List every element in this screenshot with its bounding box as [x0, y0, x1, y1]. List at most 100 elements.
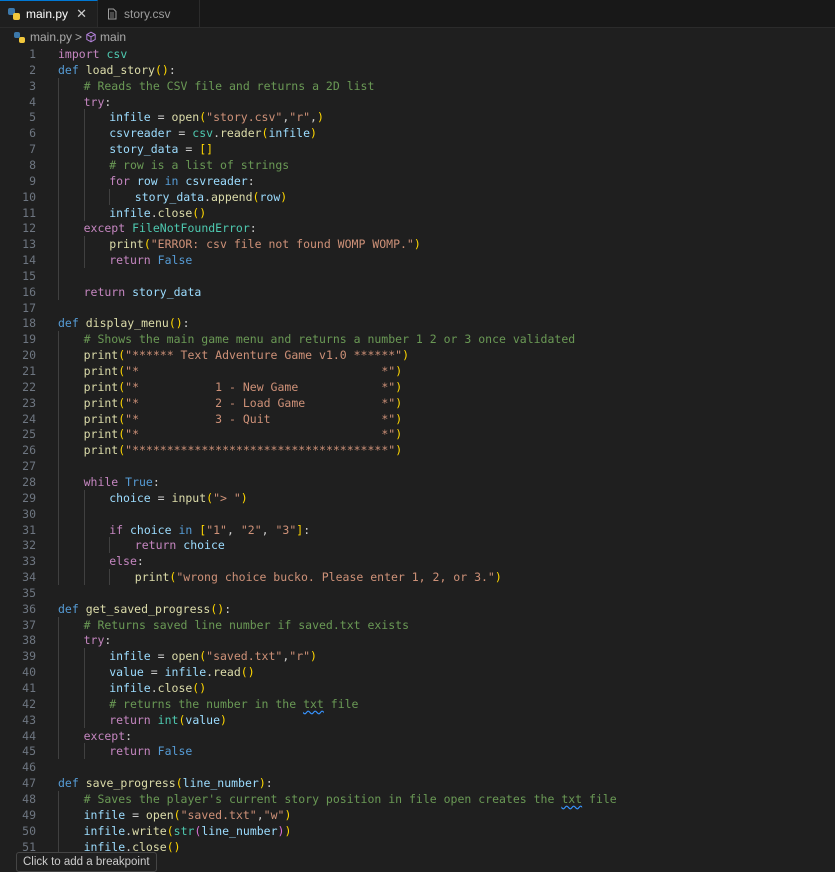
line-number[interactable]: 21: [0, 363, 36, 379]
code-line[interactable]: 26 print("*******************************…: [0, 442, 835, 459]
line-number[interactable]: 18: [0, 315, 36, 331]
line-number[interactable]: 13: [0, 236, 36, 252]
line-number[interactable]: 27: [0, 458, 36, 474]
line-number[interactable]: 5: [0, 109, 36, 125]
line-number[interactable]: 50: [0, 823, 36, 839]
code-line[interactable]: 32 return choice: [0, 537, 835, 554]
line-number[interactable]: 46: [0, 759, 36, 775]
code-line[interactable]: 24 print("* 3 - Quit *"): [0, 410, 835, 427]
code-line[interactable]: 39 infile = open("saved.txt","r"): [0, 648, 835, 665]
code-line[interactable]: 13 print("ERROR: csv file not found WOMP …: [0, 236, 835, 253]
breadcrumb-symbol[interactable]: main: [100, 30, 126, 44]
code-line[interactable]: 49 infile = open("saved.txt","w"): [0, 806, 835, 823]
line-number[interactable]: 2: [0, 62, 36, 78]
code-line[interactable]: 36 def get_saved_progress():: [0, 601, 835, 617]
line-number[interactable]: 39: [0, 648, 36, 664]
code-line[interactable]: 7 story_data = []: [0, 141, 835, 158]
line-number[interactable]: 47: [0, 775, 36, 791]
line-number[interactable]: 44: [0, 728, 36, 744]
line-number[interactable]: 15: [0, 268, 36, 284]
code-line[interactable]: 46: [0, 759, 835, 775]
line-number[interactable]: 48: [0, 791, 36, 807]
line-number[interactable]: 22: [0, 379, 36, 395]
code-line[interactable]: 41 infile.close(): [0, 680, 835, 696]
code-line[interactable]: 3 # Reads the CSV file and returns a 2D l…: [0, 77, 835, 94]
line-number[interactable]: 31: [0, 522, 36, 538]
code-line[interactable]: 42 # returns the number in the txt file: [0, 695, 835, 712]
line-number[interactable]: 34: [0, 569, 36, 585]
code-line[interactable]: 17: [0, 300, 835, 316]
line-number[interactable]: 36: [0, 601, 36, 617]
line-number[interactable]: 25: [0, 426, 36, 442]
code-line[interactable]: 45 return False: [0, 743, 835, 760]
code-line[interactable]: 6 csvreader = csv.reader(infile): [0, 125, 835, 142]
line-number[interactable]: 16: [0, 284, 36, 300]
line-number[interactable]: 17: [0, 300, 36, 316]
code-line[interactable]: 10 story_data.append(row): [0, 188, 835, 205]
code-line[interactable]: 33 else:: [0, 553, 835, 570]
code-line[interactable]: 38 try:: [0, 632, 835, 649]
line-number[interactable]: 8: [0, 157, 36, 173]
line-number[interactable]: 23: [0, 395, 36, 411]
line-number[interactable]: 3: [0, 78, 36, 94]
line-number[interactable]: 24: [0, 411, 36, 427]
code-line[interactable]: 2 def load_story():: [0, 62, 835, 78]
breadcrumb-file[interactable]: main.py: [30, 30, 72, 44]
code-line[interactable]: 14 return False: [0, 252, 835, 269]
code-line[interactable]: 4 try:: [0, 93, 835, 110]
line-number[interactable]: 11: [0, 205, 36, 221]
code-line[interactable]: 27: [0, 458, 835, 475]
code-line[interactable]: 48 # Saves the player's current story pos…: [0, 790, 835, 807]
code-line[interactable]: 30: [0, 505, 835, 522]
line-number[interactable]: 35: [0, 585, 36, 601]
line-number[interactable]: 33: [0, 553, 36, 569]
code-line[interactable]: 22 print("* 1 - New Game *"): [0, 378, 835, 395]
line-number[interactable]: 40: [0, 664, 36, 680]
code-line[interactable]: 40 value = infile.read(): [0, 664, 835, 681]
code-line[interactable]: 31 if choice in ["1", "2", "3"]:: [0, 521, 835, 538]
code-line[interactable]: 28 while True:: [0, 473, 835, 490]
line-number[interactable]: 1: [0, 46, 36, 62]
code-line[interactable]: 34 print("wrong choice bucko. Please ente…: [0, 569, 835, 586]
code-line[interactable]: 20 print("****** Text Adventure Game v1.0…: [0, 347, 835, 364]
code-line[interactable]: 21 print("* *"): [0, 363, 835, 379]
code-line[interactable]: 8 # row is a list of strings: [0, 156, 835, 173]
code-line[interactable]: 23 print("* 2 - Load Game *"): [0, 394, 835, 411]
code-line[interactable]: 16 return story_data: [0, 283, 835, 300]
line-number[interactable]: 28: [0, 474, 36, 490]
line-number[interactable]: 32: [0, 537, 36, 553]
line-number[interactable]: 7: [0, 141, 36, 157]
line-number[interactable]: 20: [0, 347, 36, 363]
code-line[interactable]: 50 infile.write(str(line_number)): [0, 822, 835, 839]
code-line[interactable]: 35: [0, 585, 835, 601]
line-number[interactable]: 6: [0, 125, 36, 141]
line-number[interactable]: 43: [0, 712, 36, 728]
code-line[interactable]: 18 def display_menu():: [0, 315, 835, 331]
code-line[interactable]: 19 # Shows the main game menu and returns…: [0, 331, 835, 348]
line-number[interactable]: 29: [0, 490, 36, 506]
code-line[interactable]: 15: [0, 267, 835, 284]
code-line[interactable]: 44 except:: [0, 727, 835, 744]
tab-main-py[interactable]: main.py ✕: [0, 0, 98, 27]
code-line[interactable]: 29 choice = input("> "): [0, 489, 835, 506]
code-line[interactable]: 11 infile.close(): [0, 204, 835, 221]
line-number[interactable]: 45: [0, 743, 36, 759]
close-tab-icon[interactable]: ✕: [76, 6, 87, 22]
line-number[interactable]: 26: [0, 442, 36, 458]
line-number[interactable]: 41: [0, 680, 36, 696]
line-number[interactable]: 14: [0, 252, 36, 268]
tab-story-csv[interactable]: story.csv: [98, 0, 200, 27]
line-number[interactable]: 49: [0, 807, 36, 823]
code-line[interactable]: 9 for row in csvreader:: [0, 172, 835, 189]
code-line[interactable]: 43 return int(value): [0, 711, 835, 728]
line-number[interactable]: 37: [0, 617, 36, 633]
line-number[interactable]: 38: [0, 632, 36, 648]
code-editor[interactable]: 1 import csv 2 def load_story(): 3 # Reads th…: [0, 45, 835, 872]
code-line[interactable]: 47 def save_progress(line_number):: [0, 775, 835, 791]
code-line[interactable]: 25 print("* *"): [0, 426, 835, 443]
code-line[interactable]: 1 import csv: [0, 46, 835, 62]
line-number[interactable]: 4: [0, 94, 36, 110]
line-number[interactable]: 10: [0, 189, 36, 205]
code-line[interactable]: 5 infile = open("story.csv","r",): [0, 109, 835, 126]
code-line[interactable]: 37 # Returns saved line number if saved.t…: [0, 616, 835, 633]
